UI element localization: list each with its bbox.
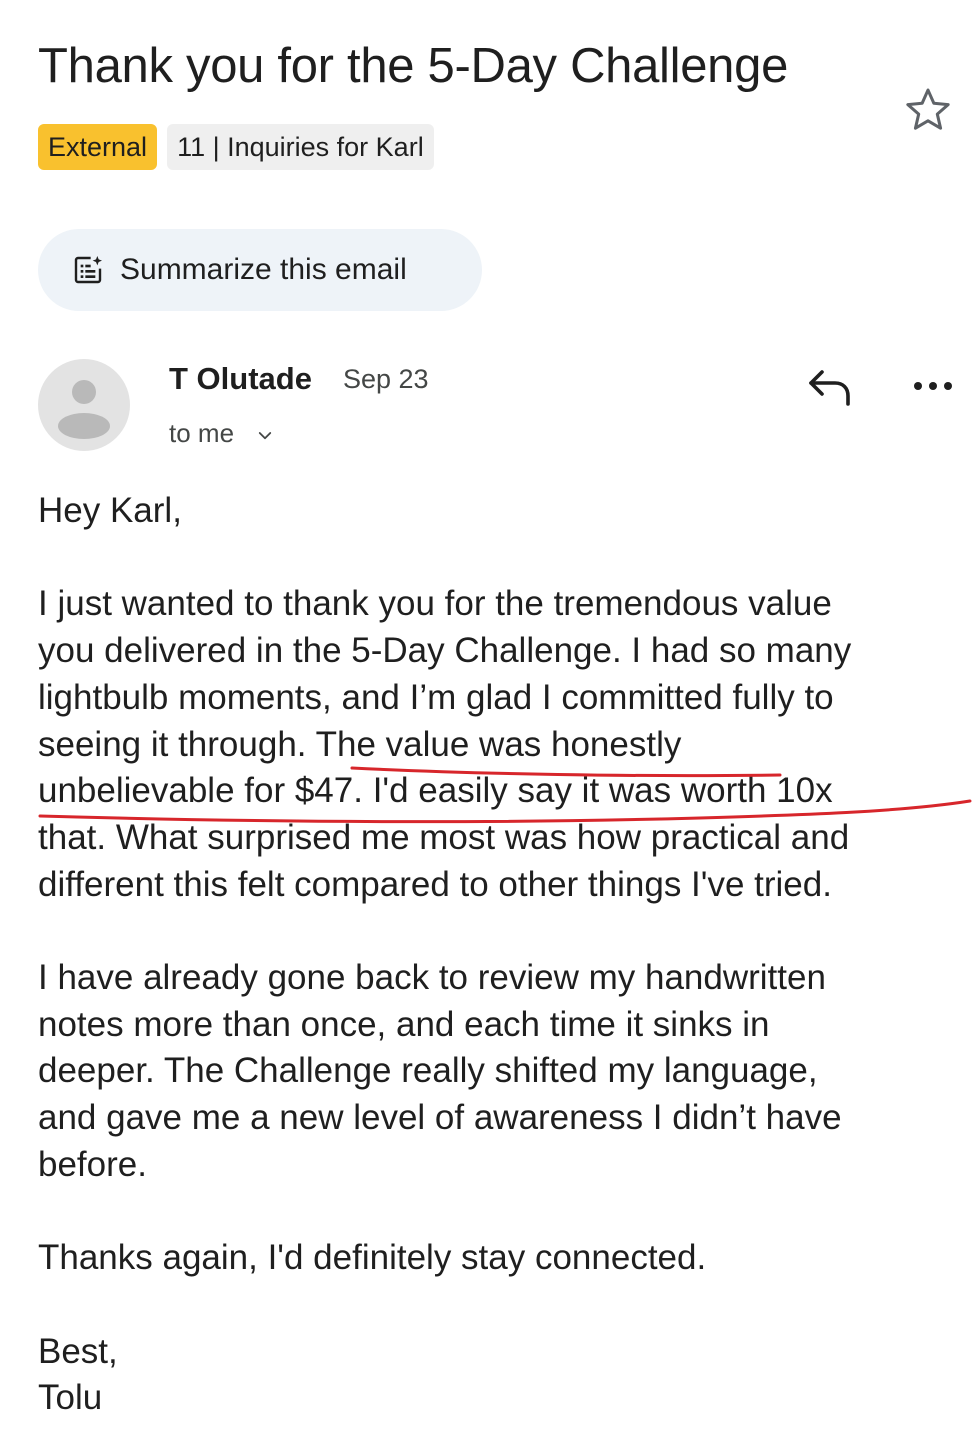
- body-line: I just wanted to thank you for the treme…: [38, 584, 832, 624]
- body-line: different this felt compared to other th…: [38, 864, 832, 904]
- body-line: I have already gone back to review my ha…: [38, 958, 826, 997]
- body-line: seeing it through. The value was honestl…: [38, 724, 682, 764]
- recipient-label: to me: [169, 418, 235, 448]
- closing-line: Thanks again, I'd definitely stay connec…: [38, 1238, 707, 1278]
- body-line: notes more than once, and each time it s…: [38, 1004, 770, 1044]
- reply-icon[interactable]: [806, 366, 854, 408]
- recipient-toggle[interactable]: to me: [169, 418, 274, 449]
- signature: Tolu: [38, 1378, 103, 1418]
- email-date: Sep 23: [343, 364, 429, 394]
- body-line: lightbulb moments, and I’m glad I commit…: [38, 677, 834, 717]
- body-line: unbelievable for $47. I'd easily say it …: [38, 771, 833, 811]
- body-line: and gave me a new level of awareness I d…: [38, 1098, 842, 1138]
- folder-label-chip[interactable]: 11 | Inquiries for Karl: [167, 124, 434, 170]
- more-options-icon[interactable]: [912, 374, 954, 398]
- summarize-spark-icon: [74, 256, 102, 284]
- body-line: you delivered in the 5-Day Challenge. I …: [38, 631, 852, 671]
- label-chips: External 11 | Inquiries for Karl: [38, 124, 434, 170]
- email-body: Hey Karl, I just wanted to thank you for…: [38, 488, 958, 1422]
- chevron-down-icon: [258, 431, 272, 439]
- email-subject: Thank you for the 5-Day Challenge: [38, 39, 789, 93]
- body-line: before.: [38, 1144, 147, 1184]
- body-line: that. What surprised me most was how pra…: [38, 817, 850, 857]
- default-person-icon: [58, 380, 110, 439]
- sender-name[interactable]: T Olutade: [169, 361, 312, 397]
- greeting: Hey Karl,: [38, 491, 182, 530]
- signoff: Best,: [38, 1331, 118, 1371]
- body-line: deeper. The Challenge really shifted my …: [38, 1051, 818, 1091]
- summarize-label: Summarize this email: [120, 253, 407, 286]
- star-icon[interactable]: [902, 84, 954, 136]
- avatar[interactable]: [38, 359, 130, 451]
- summarize-email-button[interactable]: Summarize this email: [38, 229, 482, 311]
- external-label-chip[interactable]: External: [38, 124, 158, 170]
